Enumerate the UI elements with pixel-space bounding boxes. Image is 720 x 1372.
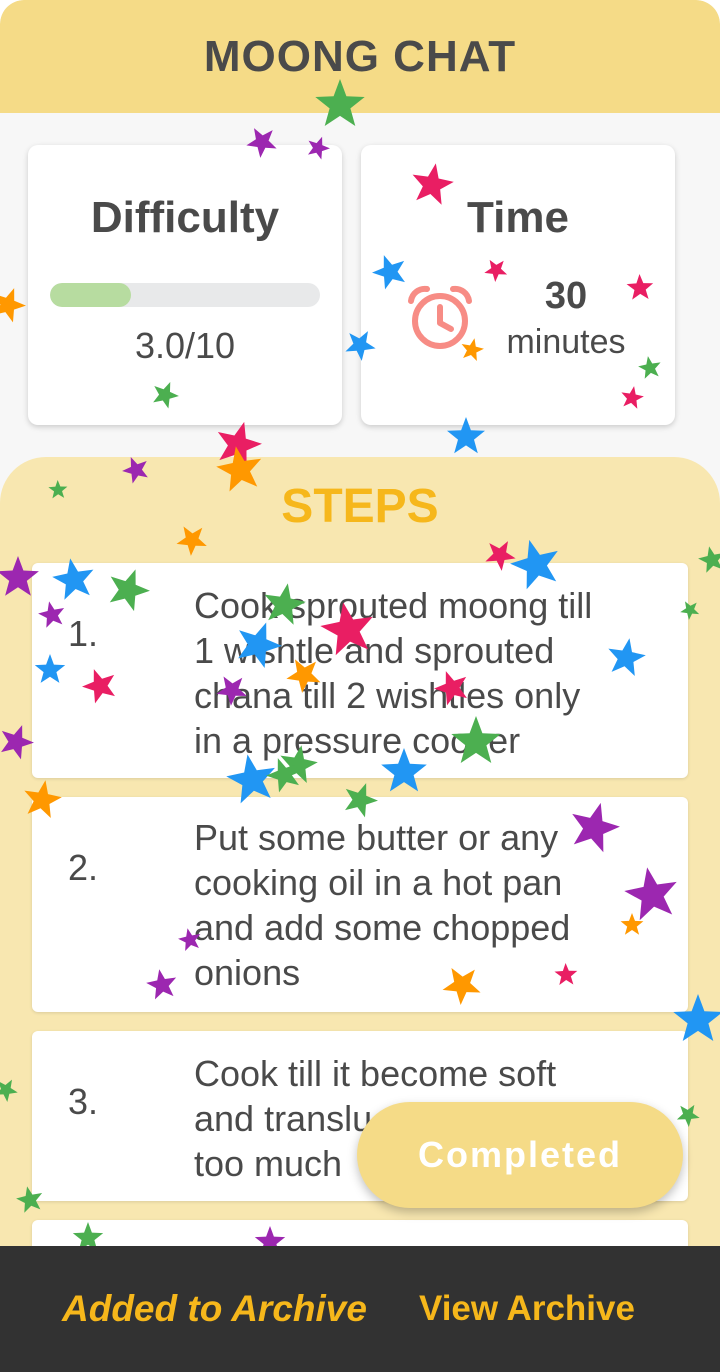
step-number: 1. — [68, 613, 99, 654]
completed-button[interactable]: Completed — [357, 1102, 683, 1208]
step-text-line: chana till 2 wishtles only — [194, 675, 581, 716]
steps-panel: STEPS 1. Cook sprouted moong till 1 wish… — [0, 457, 720, 1372]
step-text-line: 1 wishtle and sprouted — [194, 630, 555, 671]
difficulty-progress-fill — [50, 283, 131, 307]
step-item[interactable]: 1. Cook sprouted moong till 1 wishtle an… — [32, 563, 688, 778]
view-archive-button[interactable]: View Archive — [419, 1289, 635, 1329]
step-text-line: Put some butter or any — [194, 817, 559, 858]
difficulty-value: 3.0/10 — [134, 325, 236, 366]
difficulty-title: Difficulty — [90, 193, 280, 242]
snackbar-message: Added to Archive — [62, 1288, 367, 1329]
difficulty-card: Difficulty 3.0/10 — [28, 145, 342, 425]
snackbar: Added to Archive View Archive — [0, 1246, 720, 1372]
confetti-star — [0, 288, 26, 323]
steps-title: STEPS — [281, 480, 439, 533]
step-text-line: onions — [194, 952, 301, 993]
step-text-line: in a pressure cooker — [194, 720, 521, 761]
difficulty-progress-bar — [50, 283, 320, 307]
step-text-line: and add some chopped — [194, 907, 571, 948]
alarm-clock-icon — [408, 285, 472, 349]
time-amount: 30 — [544, 275, 588, 317]
page-title: MOONG CHAT — [203, 31, 517, 81]
step-number: 2. — [68, 847, 99, 888]
time-unit: minutes — [506, 323, 626, 361]
step-text: Cook sprouted moong till 1 wishtle and s… — [194, 583, 664, 763]
step-text: Put some butter or any cooking oil in a … — [194, 815, 664, 995]
time-title: Time — [467, 193, 569, 242]
app-header: MOONG CHAT — [0, 0, 720, 113]
step-item[interactable]: 2. Put some butter or any cooking oil in… — [32, 797, 688, 1012]
step-text-line: cooking oil in a hot pan — [194, 862, 563, 903]
step-text-line: Cook sprouted moong till — [194, 585, 593, 626]
time-card: Time 30 minutes — [361, 145, 675, 425]
step-text-line: Cook till it become soft — [194, 1053, 557, 1094]
recipe-screen: MOONG CHAT Difficulty 3.0/10 Time 30 min… — [0, 0, 720, 1372]
step-number: 3. — [68, 1081, 99, 1122]
